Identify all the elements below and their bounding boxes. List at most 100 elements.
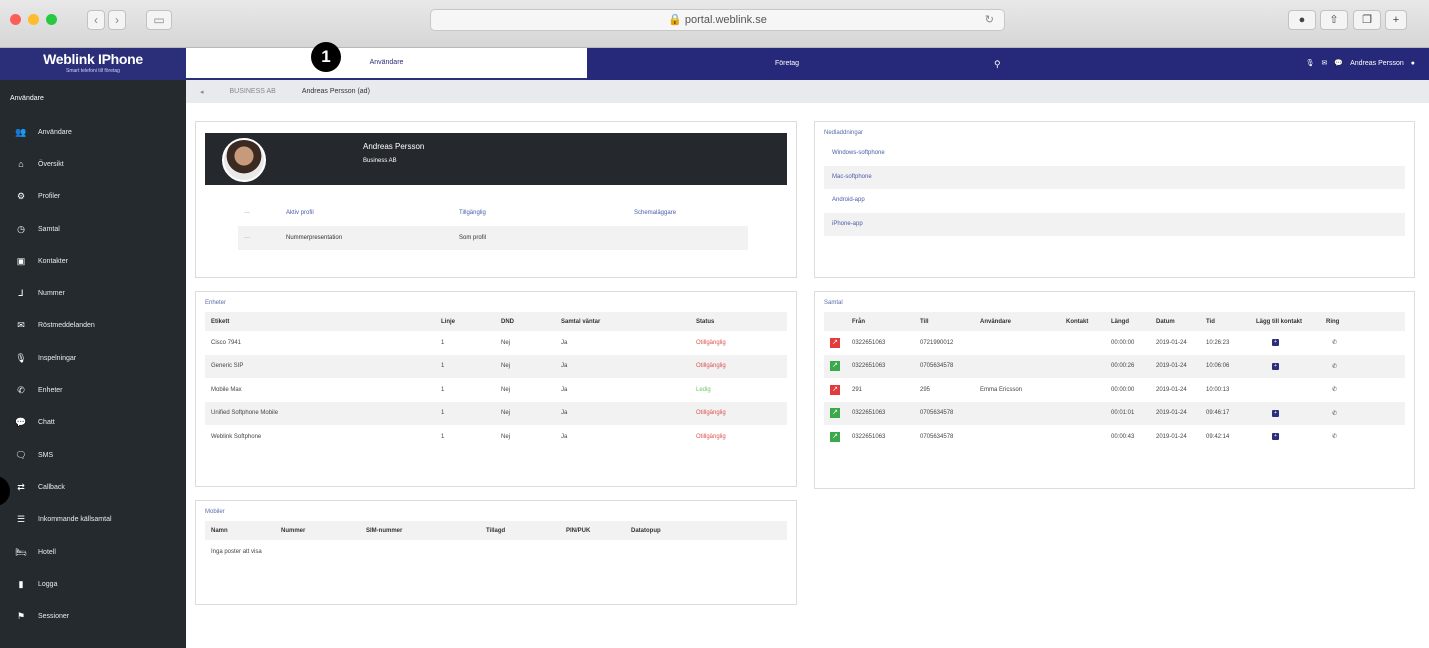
empty-message: Inga poster att visa (211, 548, 262, 555)
table-row[interactable]: ↗ 291 295 Emma Ericsson 00:00:00 2019-01-24 10… (824, 378, 1405, 402)
table-cell: Nej (501, 339, 511, 346)
phone-icon[interactable]: ✆ (1332, 364, 1337, 370)
sidebar-item[interactable]: ⚑ Sessioner (0, 600, 186, 632)
available-link[interactable]: Tillgänglig (459, 210, 486, 216)
user-menu[interactable]: 🎙 ✉ 💬 Andreas Persson ● (1306, 48, 1415, 80)
phone-icon[interactable]: ✆ (1332, 387, 1337, 393)
new-tab-icon[interactable]: + (1385, 10, 1407, 30)
sidebar-item[interactable]: ⅃ Nummer (0, 277, 186, 309)
scheduler-link[interactable]: Schemaläggare (634, 210, 676, 216)
logo-title: Weblink IPhone (43, 51, 143, 67)
user-dropdown-icon[interactable]: ● (1411, 48, 1415, 80)
phone-icon[interactable]: ✆ (1332, 411, 1337, 417)
call-cell: ✆ (1320, 378, 1405, 402)
sidebar-item[interactable]: 👥 Användare (0, 116, 186, 148)
phone-icon[interactable]: ✆ (1332, 434, 1337, 440)
table-cell: Ja (561, 386, 568, 393)
sidebar-toggle-icon[interactable]: ▭ (146, 10, 172, 30)
tab-company[interactable]: Företag (587, 48, 987, 80)
table-cell: Generic SIP (205, 354, 435, 378)
add-contact-icon[interactable]: + (1272, 409, 1279, 417)
share-icon[interactable]: ⇧ (1320, 10, 1348, 30)
back-arrow-icon[interactable]: ◂ (200, 88, 204, 96)
profile-header: Andreas Persson Business AB (205, 133, 787, 185)
maximize-window-button[interactable] (46, 14, 57, 25)
forward-icon[interactable]: › (108, 10, 126, 30)
sidebar-item[interactable]: 🗨 SMS (0, 439, 186, 471)
sidebar-item[interactable]: 🎙 Inspelningar (0, 342, 186, 374)
sidebar-item[interactable]: ⚙ Profiler (0, 181, 186, 213)
sidebar-item[interactable]: ▮ Logga (0, 568, 186, 600)
sitemap-icon: ⚑ (16, 611, 26, 622)
column-header: Samtal väntar (561, 318, 601, 325)
phone-icon[interactable]: ✆ (1332, 340, 1337, 346)
logo[interactable]: Weblink IPhone Smart telefoni till föret… (0, 48, 186, 80)
chat-icon[interactable]: 💬 (1334, 48, 1343, 80)
sidebar-item[interactable]: ▣ Kontakter (0, 245, 186, 277)
tabs-icon[interactable]: ❐ (1353, 10, 1381, 30)
download-windows-link[interactable]: Windows-softphone (824, 142, 1405, 166)
sidebar-item[interactable]: ◷ Samtal (0, 213, 186, 245)
table-cell: 00:00:00 (1111, 339, 1135, 346)
download-android-link[interactable]: Android-app (824, 189, 1405, 213)
table-cell (1060, 378, 1105, 402)
close-window-button[interactable] (10, 14, 21, 25)
sidebar-item-label: Inspelningar (38, 354, 77, 362)
sidebar-item[interactable]: ✉ Röstmeddelanden (0, 310, 186, 342)
user-name[interactable]: Andreas Persson (1350, 48, 1404, 80)
url-bar[interactable]: 🔒 portal.weblink.se ↻ (430, 9, 1005, 31)
table-cell: Mobile Max (211, 386, 242, 393)
home-icon: ⌂ (18, 159, 24, 170)
table-row[interactable]: Unified Softphone Mobile 1 Nej Ja Otillgängl… (205, 401, 787, 425)
caller-id-value[interactable]: Som profil (459, 235, 486, 241)
contact-icon: ▣ (16, 255, 26, 266)
mobiles-panel: Mobiler Namn Nummer SIM-nummer Tillagd PIN/P… (195, 500, 797, 605)
breadcrumb: ◂ BUSINESS AB Andreas Persson (ad) (186, 80, 1429, 103)
tab-users[interactable]: Användare (186, 48, 587, 80)
sidebar-item[interactable]: ⇄ Callback (0, 471, 186, 503)
status-cell: Otillgänglig (696, 339, 726, 346)
sidebar-item[interactable]: 💬 Chatt (0, 407, 186, 439)
reload-icon[interactable]: ↻ (985, 10, 994, 30)
table-cell (1060, 425, 1105, 449)
back-icon[interactable]: ‹ (87, 10, 105, 30)
download-mac-link[interactable]: Mac-softphone (824, 165, 1405, 189)
sidebar-item[interactable]: 🛏 Hotell (0, 536, 186, 568)
add-contact-icon[interactable]: + (1272, 339, 1279, 347)
direction-cell: ↗ (824, 331, 846, 355)
sidebar-item-label: Chatt (38, 419, 55, 427)
search-icon[interactable]: ⚲ (994, 48, 1001, 80)
url-text: portal.weblink.se (684, 14, 767, 26)
sidebar-item[interactable]: ✆ Enheter (0, 374, 186, 406)
table-row[interactable]: ↗ 0322651063 0721990012 00:00:00 2019-01-24 1… (824, 331, 1405, 355)
sidebar-item[interactable]: ⌂ Översikt (0, 148, 186, 180)
add-contact-icon[interactable]: + (1272, 433, 1279, 441)
breadcrumb-company[interactable]: BUSINESS AB (230, 88, 276, 95)
sidebar-item[interactable]: ☰ Inkommande källsamtal (0, 504, 186, 536)
table-row[interactable]: ↗ 0322651063 0705634578 00:00:26 2019-01-24 1… (824, 354, 1405, 378)
table-row[interactable]: Generic SIP 1 Nej Ja Otillgänglig (205, 354, 787, 378)
microphone-icon[interactable]: 🎙 (1306, 48, 1315, 80)
add-contact-icon[interactable]: + (1272, 362, 1279, 370)
table-row[interactable]: Cisco 7941 1 Nej Ja Otillgänglig (205, 331, 787, 355)
column-header: Tillagd (486, 527, 506, 534)
table-row[interactable]: ↗ 0322651063 0705634578 00:00:43 2019-01-24 0… (824, 425, 1405, 449)
table-cell: Nej (495, 354, 555, 378)
table-row[interactable]: Mobile Max 1 Nej Ja Ledig (205, 378, 787, 402)
status-cell: Otillgänglig (696, 433, 726, 440)
table-cell (974, 331, 1060, 355)
extension-icon[interactable]: ● (1288, 10, 1316, 30)
download-iphone-link[interactable]: iPhone-app (824, 212, 1405, 236)
active-profile-link[interactable]: Aktiv profil (286, 210, 314, 216)
column-header: Namn (211, 527, 228, 534)
minimize-window-button[interactable] (28, 14, 39, 25)
table-row[interactable]: ↗ 0322651063 0705634578 00:01:01 2019-01-24 0… (824, 401, 1405, 425)
table-cell: 1 (441, 433, 445, 440)
column-header: Ring (1326, 318, 1340, 325)
devices-table: Etikett Linje DND Samtal väntar Status Cisco… (205, 312, 787, 449)
table-row[interactable]: Weblink Softphone 1 Nej Ja Otillgänglig (205, 425, 787, 449)
table-cell: Nej (495, 401, 555, 425)
cogs-icon: ⚙ (16, 191, 26, 202)
mail-icon[interactable]: ✉ (1321, 48, 1327, 80)
direction-cell: ↗ (824, 354, 846, 378)
